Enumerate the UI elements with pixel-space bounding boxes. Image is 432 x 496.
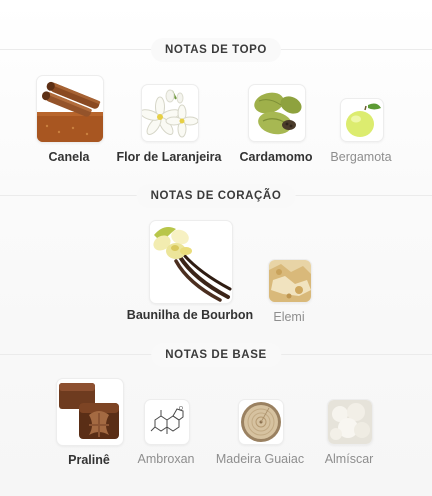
section-header: NOTAS DE BASE	[0, 343, 432, 367]
section-heart-notes: NOTAS DE CORAÇÃO	[0, 184, 432, 208]
note-label: Almíscar	[324, 452, 374, 466]
note-item-canela[interactable]: Canela	[36, 75, 104, 165]
note-label: Bergamota	[330, 150, 392, 164]
molecule-image: O	[144, 399, 190, 445]
section-title: NOTAS DE BASE	[151, 343, 281, 367]
section-title: NOTAS DE TOPO	[151, 38, 281, 62]
note-label: Elemi	[273, 310, 305, 324]
note-label: Ambroxan	[137, 452, 195, 466]
note-item-baunilha-de-bourbon[interactable]: Baunilha de Bourbon	[127, 220, 253, 326]
note-item-flor-de-laranjeira[interactable]: Flor de Laranjeira	[117, 84, 221, 165]
orange-blossom-image	[141, 84, 199, 142]
elemi-resin-image	[268, 259, 312, 303]
wood-slice-image	[238, 399, 284, 445]
musk-image	[327, 399, 373, 445]
note-item-cardamomo[interactable]: Cardamomo	[240, 84, 312, 165]
note-item-elemi[interactable]: Elemi	[268, 259, 312, 326]
cinnamon-image	[36, 75, 104, 143]
note-item-ambroxan[interactable]: O Ambroxan	[138, 399, 194, 468]
cardamom-image	[248, 84, 306, 142]
section-base-notes: NOTAS DE BASE	[0, 343, 432, 367]
section-header: NOTAS DE CORAÇÃO	[0, 184, 432, 208]
note-item-bergamota[interactable]: Bergamota	[330, 98, 392, 165]
note-item-praline[interactable]: Pralinê	[56, 378, 124, 468]
note-item-madeira-guaiac[interactable]: Madeira Guaiac	[216, 399, 304, 468]
vanilla-image	[149, 220, 233, 304]
note-label: Flor de Laranjeira	[116, 150, 222, 164]
note-item-almiscar[interactable]: Almíscar	[325, 399, 373, 468]
section-header: NOTAS DE TOPO	[0, 38, 432, 62]
praline-image	[56, 378, 124, 446]
bergamot-image	[340, 98, 384, 142]
section-top-notes: NOTAS DE TOPO	[0, 38, 432, 62]
svg-text:O: O	[179, 406, 183, 412]
section-title: NOTAS DE CORAÇÃO	[136, 184, 296, 208]
